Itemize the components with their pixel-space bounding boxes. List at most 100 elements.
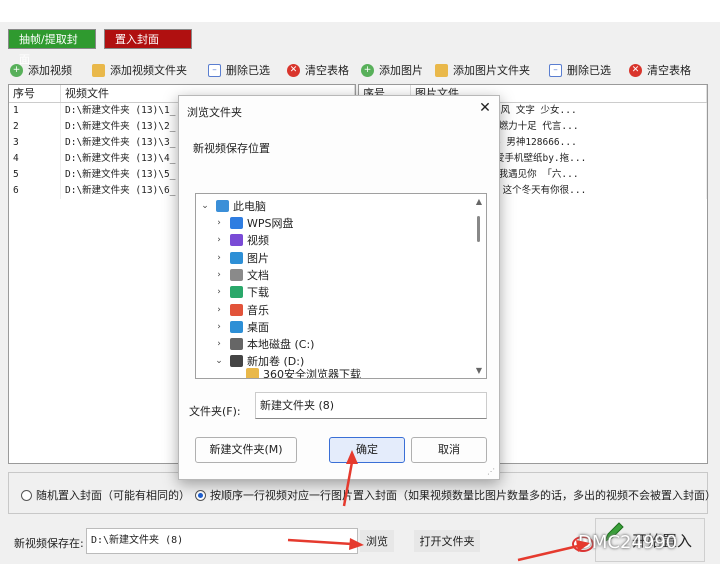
- watermark-text: DMC24990: [578, 532, 678, 553]
- tree-item[interactable]: › WPS网盘: [214, 215, 294, 231]
- tab-insert-cover[interactable]: 置入封面: [104, 29, 192, 49]
- tree-item-label: 360安全浏览器下载: [263, 368, 361, 379]
- cancel-button[interactable]: 取消: [411, 437, 487, 463]
- radio-circle-icon: [21, 489, 32, 501]
- chevron-right-icon[interactable]: ›: [214, 235, 224, 245]
- save-path-input[interactable]: D:\新建文件夹 (8): [86, 528, 358, 554]
- chevron-down-icon: ⌄: [201, 201, 209, 211]
- clear-x-icon: ✕: [287, 63, 300, 77]
- folder-icon: [246, 368, 259, 378]
- clear-table-label: 清空表格: [647, 64, 691, 77]
- open-folder-button[interactable]: 打开文件夹: [414, 530, 480, 552]
- folder-icon: [92, 63, 105, 77]
- scrollbar-thumb[interactable]: [477, 216, 480, 242]
- scroll-down-icon[interactable]: ▼: [476, 366, 482, 375]
- row-number: 2: [9, 119, 61, 135]
- tree-item-label: 文档: [247, 268, 269, 282]
- tree-item-partial[interactable]: 360安全浏览器下载: [246, 366, 361, 379]
- chevron-right-icon[interactable]: ›: [214, 287, 224, 297]
- computer-icon: [216, 200, 229, 212]
- chevron-right-icon[interactable]: ›: [214, 322, 224, 332]
- chevron-down-icon[interactable]: ⌄: [214, 356, 224, 366]
- folder-icon: [435, 63, 448, 77]
- clear-image-table-button[interactable]: ✕ 清空表格: [629, 60, 691, 80]
- add-image-button[interactable]: + 添加图片: [361, 60, 423, 80]
- chevron-right-icon[interactable]: ›: [214, 305, 224, 315]
- radio-selected-icon: [195, 489, 206, 501]
- tree-item-label: 音乐: [247, 303, 269, 317]
- folder-name-input[interactable]: 新建文件夹 (8): [255, 392, 487, 419]
- delete-selected-videos-button[interactable]: – 删除已选: [208, 60, 270, 80]
- tree-item-label: WPS网盘: [247, 217, 294, 230]
- tab-extract-cover[interactable]: 抽帧/提取封面: [8, 29, 96, 66]
- clear-video-table-button[interactable]: ✕ 清空表格: [287, 60, 349, 80]
- download-icon: [230, 286, 243, 299]
- delete-selected-label: 删除已选: [567, 64, 611, 77]
- tree-item[interactable]: › 桌面: [214, 319, 269, 335]
- folder-tree[interactable]: ⌄ 此电脑 › WPS网盘 › 视频 › 图片 › 文档 › 下载 › 音乐 › 桌面 › 本地磁盘 (C:)…: [195, 193, 487, 379]
- drive-icon: [230, 355, 243, 368]
- dialog-hint: 新视频保存位置: [193, 142, 270, 155]
- browse-folder-dialog: 浏览文件夹 ✕ 新视频保存位置 ⌄ 此电脑 › WPS网盘 › 视频 › 图片 › 文档 › 下载…: [178, 95, 500, 480]
- cloud-icon: [230, 217, 243, 229]
- top-band: [0, 0, 720, 22]
- tree-item-this-pc[interactable]: ⌄ 此电脑: [200, 198, 266, 214]
- dialog-title: 浏览文件夹: [187, 106, 242, 119]
- radio-sequential[interactable]: 按顺序一行视频对应一行图片置入封面（如果视频数量比图片数量多的话，多出的视频不会…: [195, 487, 716, 503]
- row-number: 3: [9, 135, 61, 151]
- delete-selected-images-button[interactable]: – 删除已选: [549, 60, 611, 80]
- save-path-label: 新视频保存在:: [14, 537, 84, 550]
- tree-item[interactable]: › 下载: [214, 284, 269, 300]
- row-number: 4: [9, 151, 61, 167]
- resize-grip-icon[interactable]: ⋰: [487, 467, 495, 476]
- tree-item-label: 视频: [247, 234, 269, 248]
- browse-button[interactable]: 浏览: [360, 530, 394, 552]
- radio-random-label: 随机置入封面（可能有相同的）: [36, 489, 190, 502]
- video-icon: [230, 234, 243, 247]
- tree-item[interactable]: › 文档: [214, 267, 269, 283]
- plus-circle-icon: +: [361, 63, 374, 77]
- tree-item[interactable]: › 视频: [214, 232, 269, 248]
- chevron-right-icon[interactable]: ›: [214, 339, 224, 349]
- add-video-folder-button[interactable]: 添加视频文件夹: [92, 60, 187, 80]
- add-image-folder-label: 添加图片文件夹: [453, 64, 530, 77]
- tree-item-label: 图片: [247, 251, 269, 265]
- delete-list-icon: –: [549, 63, 562, 77]
- tree-item[interactable]: › 图片: [214, 250, 269, 266]
- desktop-icon: [230, 320, 243, 333]
- tree-item-label: 此电脑: [233, 200, 266, 213]
- add-video-button[interactable]: + 添加视频: [10, 60, 72, 80]
- delete-selected-label: 删除已选: [226, 64, 270, 77]
- new-folder-button[interactable]: 新建文件夹(M): [195, 437, 297, 463]
- delete-list-icon: –: [208, 63, 221, 77]
- tree-item[interactable]: › 音乐: [214, 302, 269, 318]
- chevron-right-icon[interactable]: ›: [214, 270, 224, 280]
- clear-x-icon: ✕: [629, 63, 642, 77]
- chevron-right-icon[interactable]: ›: [214, 218, 224, 228]
- add-video-label: 添加视频: [28, 64, 72, 77]
- row-number: 1: [9, 103, 61, 119]
- tree-item-label: 下载: [247, 286, 269, 300]
- chevron-right-icon[interactable]: ›: [214, 253, 224, 263]
- drive-icon: [230, 338, 243, 351]
- document-icon: [230, 268, 243, 281]
- image-icon: [230, 251, 243, 264]
- close-icon[interactable]: ✕: [477, 100, 493, 116]
- music-icon: [230, 303, 243, 316]
- tree-item[interactable]: › 本地磁盘 (C:): [214, 336, 314, 352]
- row-number: 5: [9, 167, 61, 183]
- radio-random[interactable]: 随机置入封面（可能有相同的）: [21, 487, 190, 503]
- clear-table-label: 清空表格: [305, 64, 349, 77]
- tree-item-label: 本地磁盘 (C:): [247, 338, 315, 352]
- tree-item-label: 桌面: [247, 320, 269, 334]
- column-header-no: 序号: [9, 85, 61, 102]
- add-image-folder-button[interactable]: 添加图片文件夹: [435, 60, 530, 80]
- folder-label: 文件夹(F):: [189, 405, 241, 418]
- scroll-up-icon[interactable]: ▲: [476, 197, 482, 206]
- radio-sequential-label: 按顺序一行视频对应一行图片置入封面（如果视频数量比图片数量多的话，多出的视频不会…: [210, 489, 716, 502]
- add-image-label: 添加图片: [379, 64, 423, 77]
- ok-button[interactable]: 确定: [329, 437, 405, 463]
- add-video-folder-label: 添加视频文件夹: [110, 64, 187, 77]
- row-number: 6: [9, 183, 61, 199]
- plus-circle-icon: +: [10, 63, 23, 77]
